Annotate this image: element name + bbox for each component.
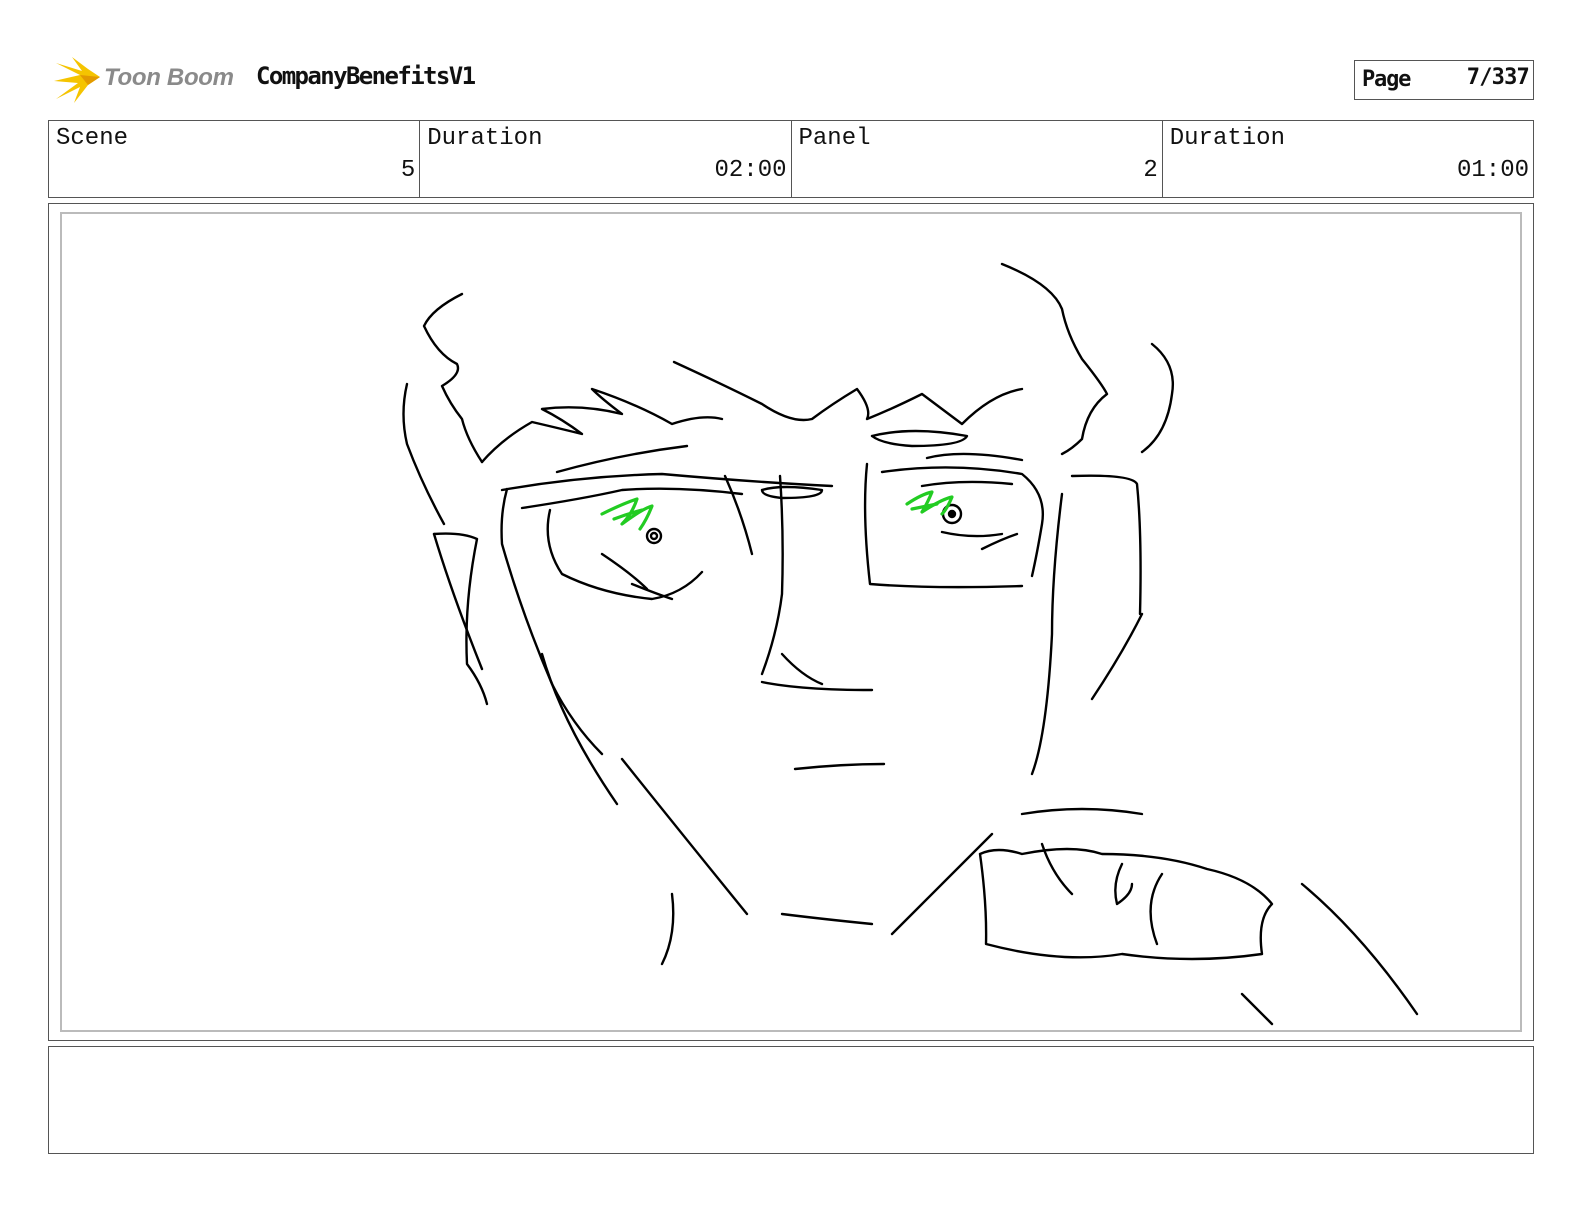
scene-label: Scene — [56, 125, 129, 152]
panel-image-area — [60, 212, 1522, 1032]
panel-value: 2 — [1143, 157, 1158, 184]
storyboard-sketch — [402, 262, 1419, 1026]
page-indicator: Page 7/337 — [1354, 60, 1534, 100]
logo-burst-icon — [54, 57, 100, 103]
scene-cell: Scene 5 — [49, 121, 421, 197]
project-title: CompanyBenefitsV1 — [256, 62, 476, 90]
page-value: 7/337 — [1466, 65, 1530, 90]
scene-duration-cell: Duration 02:00 — [420, 121, 792, 197]
panel-duration-cell: Duration 01:00 — [1163, 121, 1533, 197]
panel-frame — [48, 203, 1534, 1041]
panel-duration-label: Duration — [1169, 125, 1285, 152]
panel-cell: Panel 2 — [792, 121, 1163, 197]
panel-duration-value: 01:00 — [1456, 157, 1529, 184]
logo-text: Toon Boom — [104, 64, 234, 91]
panel-label: Panel — [798, 125, 871, 152]
toon-boom-logo: Toon Boom — [50, 55, 240, 107]
scene-info-row: Scene 5 Duration 02:00 Panel 2 Duration … — [48, 120, 1534, 198]
scene-value: 5 — [400, 157, 416, 184]
panel-notes-box — [48, 1046, 1534, 1154]
scene-duration-label: Duration — [427, 125, 543, 152]
scene-duration-value: 02:00 — [714, 157, 787, 184]
page-label: Page — [1362, 67, 1411, 92]
